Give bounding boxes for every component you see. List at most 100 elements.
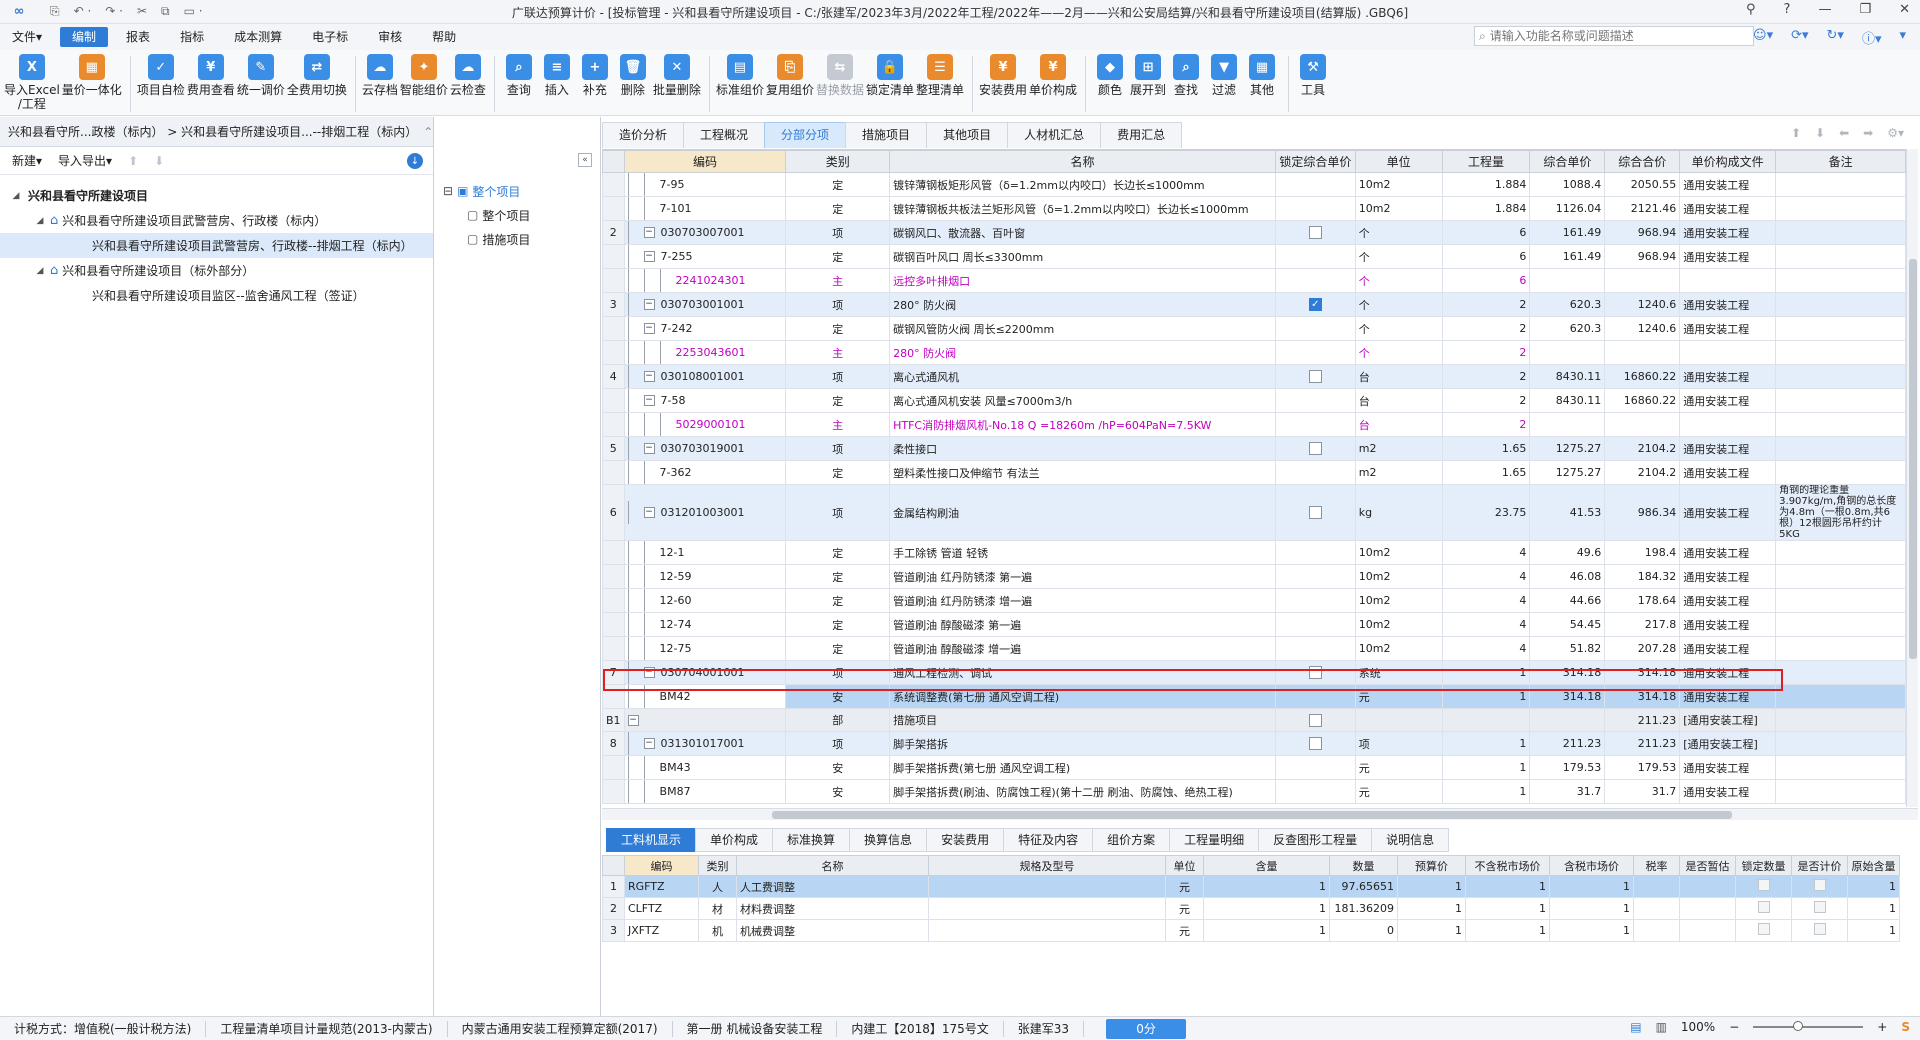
column-header[interactable]: 名称 [889,150,1276,173]
name-cell[interactable]: 280° 防火阀 [889,340,1276,365]
collapse-icon[interactable]: ⊟ [443,184,453,198]
detail-tab[interactable]: 工程量明细 [1169,828,1260,852]
column-header[interactable]: 工程量 [1441,150,1531,173]
name-cell[interactable]: 人工费调整 [736,875,929,898]
move-icon[interactable]: ⬅ [1839,126,1849,140]
download-icon[interactable]: ↓ [407,153,423,169]
code-cell[interactable]: BM43 [623,755,787,780]
table-row[interactable]: 3 JXFTZ 机机械费调整元 1 0 1 1 1 1 [602,919,1900,942]
menu-item[interactable]: 电子标 [300,27,360,47]
code-cell[interactable]: BM42 [623,684,787,709]
expand-icon[interactable]: ◢ [34,266,46,276]
table-row[interactable]: 7-362 定塑料柔性接口及伸缩节 有法兰 m2 1.65 1275.27 2104.2 通… [602,460,1906,485]
code-cell[interactable]: −031301017001 [623,731,787,756]
table-row[interactable]: 5029000101 主 HTFC消防排烟风机-No.18 Q =18260m /h… [602,412,1906,437]
table-row[interactable]: 2−030703007001 项碳钢风口、散流器、百叶窗个 6 161.49 968.9… [602,220,1906,245]
row-number[interactable]: 3 [602,919,625,942]
note-cell[interactable] [1775,731,1906,756]
menu-item[interactable]: 帮助 [420,27,468,47]
name-cell[interactable]: 280° 防火阀 [889,292,1276,317]
note-cell[interactable] [1775,779,1906,804]
quick-access-icon[interactable]: ▭ · [184,4,203,19]
note-cell[interactable] [1775,684,1906,709]
code-cell[interactable]: 2253043601 [623,340,787,365]
name-cell[interactable]: 通风工程检测、调试 [889,660,1276,685]
original-content-cell[interactable]: 1 [1847,897,1900,920]
name-cell[interactable]: 碳钢百叶风口 周长≤3300mm [889,244,1276,269]
table-row[interactable]: BM87 安脚手架搭拆费(刷油、防腐蚀工程)(第十二册 刷油、防腐蚀、绝热工程) 元… [602,779,1906,804]
toolbar-button[interactable]: ✓ 项目自检 [137,50,185,97]
note-cell[interactable] [1775,364,1906,389]
code-cell[interactable]: BM87 [623,779,787,804]
note-cell[interactable] [1775,316,1906,341]
quantity-cell[interactable]: 2 [1441,316,1531,341]
window-control-icon[interactable]: ✕ [1899,2,1910,17]
quantity-cell[interactable]: 4 [1441,588,1531,613]
lock-quantity-checkbox[interactable] [1757,901,1770,913]
tree-toolbar-button[interactable]: 导入导出▾ [58,152,112,169]
content-cell[interactable]: 1 [1203,875,1330,898]
nav-item[interactable]: ▢ 整个项目 [443,203,530,227]
menu-item[interactable]: 报表 [114,27,162,47]
header-icon[interactable]: ⟳▾ [1791,28,1808,47]
name-cell[interactable]: 管道刷油 红丹防锈漆 增一遍 [889,588,1276,613]
original-content-cell[interactable]: 1 [1847,919,1900,942]
quantity-cell[interactable]: 1.65 [1441,460,1531,485]
grid-vertical-scrollbar[interactable] [1906,149,1918,807]
quantity-cell[interactable]: 4 [1441,636,1531,661]
toolbar-button[interactable]: ⌕ 查找 [1168,50,1204,97]
detail-tab[interactable]: 工料机显示 [606,828,697,852]
name-cell[interactable]: 管道刷油 醇酸磁漆 增一遍 [889,636,1276,661]
column-header[interactable]: 预算价 [1397,855,1466,876]
quantity-cell[interactable]: 1 [1441,660,1531,685]
note-cell[interactable] [1775,588,1906,613]
table-row[interactable]: −7-255 定碳钢百叶风口 周长≤3300mm 个 6 161.49 968.94 通用安… [602,244,1906,269]
row-number[interactable]: 1 [602,875,625,898]
market-price-excl-tax-cell[interactable]: 1 [1465,897,1550,920]
name-cell[interactable]: 系统调整费(第七册 通风空调工程) [889,684,1276,709]
function-search-input[interactable] [1489,29,1730,43]
collapse-icon[interactable]: − [643,395,655,406]
table-row[interactable]: 12-75 定管道刷油 醇酸磁漆 增一遍 10m2 4 51.82 207.28 通用安装工… [602,636,1906,661]
lock-quantity-checkbox[interactable] [1757,879,1770,891]
quantity-cell[interactable]: 4 [1441,540,1531,565]
tax-rate-cell[interactable] [1633,919,1680,942]
is-priced-cell[interactable] [1791,897,1848,920]
original-content-cell[interactable]: 1 [1847,875,1900,898]
is-priced-cell[interactable] [1791,875,1848,898]
lock-price-cell[interactable] [1274,436,1356,461]
table-row[interactable]: −7-242 定碳钢风管防火阀 周长≤2200mm 个 2 620.3 1240.6 通用安… [602,316,1906,341]
window-control-icon[interactable]: ❐ [1859,2,1871,17]
note-cell[interactable] [1775,292,1906,317]
toolbar-button[interactable]: ✦ 智能组价 [400,50,448,97]
table-row[interactable]: 7-95 定镀锌薄钢板矩形风管（δ=1.2mm以内咬口）长边长≤1000mm 10m… [602,172,1906,197]
code-cell[interactable]: 12-1 [623,540,787,565]
lock-quantity-cell[interactable] [1735,897,1792,920]
zoom-slider-knob[interactable] [1793,1021,1804,1031]
column-header[interactable]: 不含税市场价 [1465,855,1550,876]
nav-item[interactable]: ⊟ ▣ 整个项目 [443,179,530,203]
tree-toolbar-button[interactable]: ⬆ [128,154,138,168]
row-number[interactable]: 2 [602,897,625,920]
toolbar-button[interactable]: ≡ 插入 [539,50,575,97]
quantity-cell[interactable]: 23.75 [1441,484,1531,541]
lock-price-checkbox[interactable]: ✓ [1308,298,1322,312]
tree-item[interactable]: ◢ 兴和县看守所建设项目 [0,183,433,208]
column-header[interactable]: 编码 [623,150,787,173]
zoom-in-icon[interactable]: + [1877,1020,1887,1034]
move-icon[interactable]: ⬇ [1815,126,1825,140]
menu-item[interactable]: 成本测算 [222,27,294,47]
spec-cell[interactable] [928,897,1166,920]
name-cell[interactable]: 机械费调整 [736,919,929,942]
toolbar-button[interactable]: X 导入Excel /工程 [4,50,60,111]
toolbar-button[interactable]: ▼ 过滤 [1206,50,1242,97]
toolbar-button[interactable]: ⎘ 复用组价 [766,50,814,97]
market-price-excl-tax-cell[interactable]: 1 [1465,919,1550,942]
collapse-icon[interactable]: − [643,323,655,334]
column-header[interactable]: 数量 [1329,855,1398,876]
menu-item[interactable]: 指标 [168,27,216,47]
lock-price-checkbox[interactable] [1308,370,1322,384]
header-icon[interactable]: ☺▾ [1753,28,1773,47]
code-cell[interactable]: −7-58 [623,388,787,413]
note-cell[interactable] [1775,708,1906,732]
